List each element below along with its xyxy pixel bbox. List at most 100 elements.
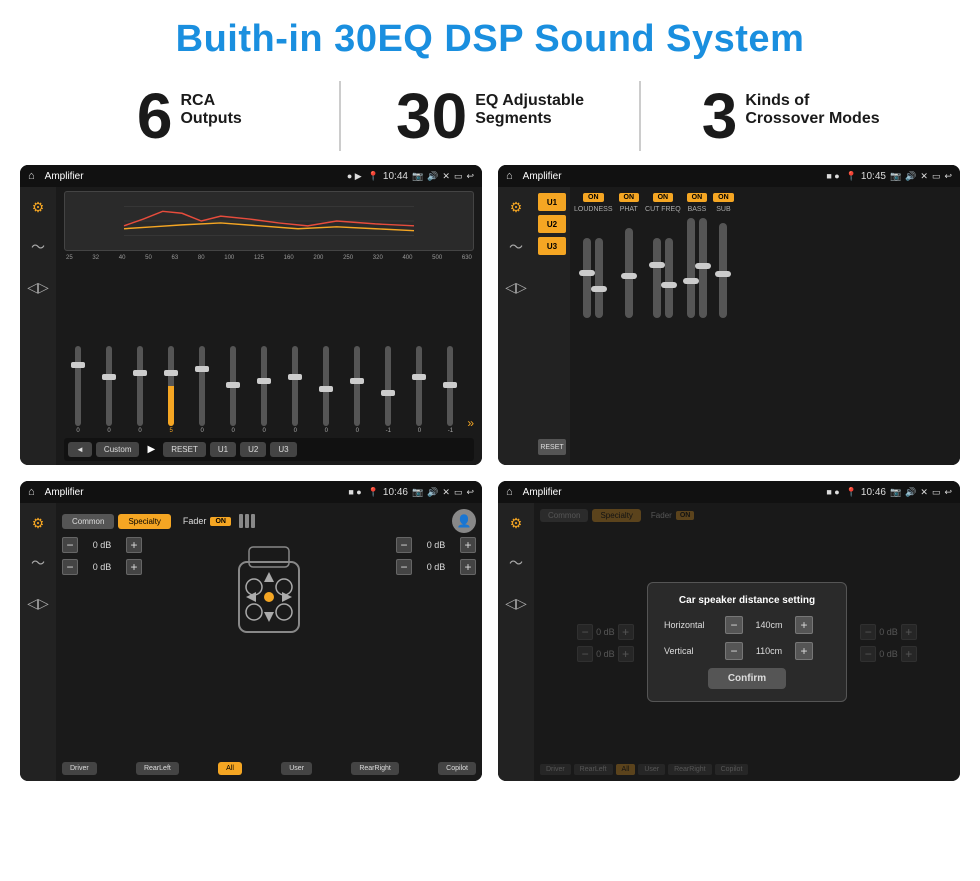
- sub-on[interactable]: ON: [713, 193, 734, 202]
- sidebar-eq-icon-2[interactable]: ⚙: [502, 193, 530, 221]
- minus-icon-3[interactable]: ▭: [454, 487, 463, 498]
- driver-btn[interactable]: Driver: [62, 762, 97, 775]
- eq-slider-0[interactable]: 0: [64, 346, 92, 434]
- minus-icon-2[interactable]: ▭: [932, 171, 941, 182]
- sidebar-eq-icon-4[interactable]: ⚙: [502, 509, 530, 537]
- status-bar-1: ⌂ Amplifier ● ▶ 📍 10:44 📷 🔊 ✕ ▭ ↩: [20, 165, 482, 187]
- eq-slider-4[interactable]: 0: [188, 346, 216, 434]
- mode-common-btn[interactable]: Common: [62, 514, 114, 529]
- db-plus-rr[interactable]: +: [460, 559, 476, 575]
- loudness-on[interactable]: ON: [583, 193, 604, 202]
- eq-preset-custom[interactable]: Custom: [96, 442, 140, 457]
- x-icon-3[interactable]: ✕: [442, 487, 450, 498]
- sub-slider[interactable]: [719, 223, 727, 318]
- vertical-minus-btn[interactable]: −: [725, 642, 743, 660]
- eq-slider-10[interactable]: -1: [374, 346, 402, 434]
- db-minus-rl[interactable]: −: [62, 559, 78, 575]
- eq-u3-btn[interactable]: U3: [270, 442, 296, 457]
- back-icon-4[interactable]: ↩: [944, 487, 952, 498]
- eq-sliders-area: 0 0 0 5 0: [64, 265, 474, 434]
- home-icon-2[interactable]: ⌂: [506, 170, 513, 182]
- rearright-btn[interactable]: RearRight: [351, 762, 399, 775]
- eq-slider-9[interactable]: 0: [343, 346, 371, 434]
- sidebar-speaker-icon[interactable]: ◁▷: [24, 273, 52, 301]
- x-icon-1[interactable]: ✕: [442, 171, 450, 182]
- eq-more-btn[interactable]: »: [467, 416, 474, 434]
- vertical-plus-btn[interactable]: +: [795, 642, 813, 660]
- sidebar-wave-icon-2[interactable]: 〜: [502, 233, 530, 261]
- eq-reset-btn[interactable]: RESET: [163, 442, 206, 457]
- db-minus-fr[interactable]: −: [396, 537, 412, 553]
- db-val-fl: 0 dB: [81, 540, 123, 550]
- minus-icon-4[interactable]: ▭: [932, 487, 941, 498]
- cutfreq-on[interactable]: ON: [653, 193, 674, 202]
- status-bar-4: ⌂ Amplifier ■ ● 📍 10:46 📷 🔊 ✕ ▭ ↩: [498, 481, 960, 503]
- db-plus-rl[interactable]: +: [126, 559, 142, 575]
- avatar-icon-3[interactable]: 👤: [452, 509, 476, 533]
- stat-rca-text: RCA Outputs: [180, 84, 241, 128]
- eq-slider-11[interactable]: 0: [405, 346, 433, 434]
- cutfreq-slider-l[interactable]: [653, 238, 661, 318]
- back-icon-1[interactable]: ↩: [466, 171, 474, 182]
- fader-on-badge[interactable]: ON: [210, 517, 231, 526]
- home-icon-3[interactable]: ⌂: [28, 486, 35, 498]
- bass-slider-l[interactable]: [687, 218, 695, 318]
- preset-u2[interactable]: U2: [538, 215, 566, 233]
- eq-slider-1[interactable]: 0: [95, 346, 123, 434]
- phat-on[interactable]: ON: [619, 193, 640, 202]
- amp-reset-btn[interactable]: RESET: [538, 439, 566, 455]
- sidebar-speaker-icon-3[interactable]: ◁▷: [24, 589, 52, 617]
- preset-u1[interactable]: U1: [538, 193, 566, 211]
- db-minus-fl[interactable]: −: [62, 537, 78, 553]
- eq-u1-btn[interactable]: U1: [210, 442, 236, 457]
- sidebar-wave-icon[interactable]: 〜: [24, 233, 52, 261]
- rearleft-btn[interactable]: RearLeft: [136, 762, 179, 775]
- status-bar-3: ⌂ Amplifier ■ ● 📍 10:46 📷 🔊 ✕ ▭ ↩: [20, 481, 482, 503]
- eq-slider-2[interactable]: 0: [126, 346, 154, 434]
- sidebar-eq-icon[interactable]: ⚙: [24, 193, 52, 221]
- db-control-fl: − 0 dB +: [62, 537, 142, 553]
- freq-125: 125: [254, 255, 264, 261]
- home-icon-1[interactable]: ⌂: [28, 170, 35, 182]
- eq-bottom-bar: ◄ Custom ▶ RESET U1 U2 U3: [64, 438, 474, 461]
- db-plus-fr[interactable]: +: [460, 537, 476, 553]
- bass-on[interactable]: ON: [687, 193, 708, 202]
- loudness-slider-l[interactable]: [583, 238, 591, 318]
- sidebar-speaker-icon-4[interactable]: ◁▷: [502, 589, 530, 617]
- eq-slider-3[interactable]: 5: [157, 346, 185, 434]
- bass-slider-r[interactable]: [699, 218, 707, 318]
- db-minus-rr[interactable]: −: [396, 559, 412, 575]
- sidebar-speaker-icon-2[interactable]: ◁▷: [502, 273, 530, 301]
- x-icon-4[interactable]: ✕: [920, 487, 928, 498]
- back-icon-3[interactable]: ↩: [466, 487, 474, 498]
- mode-specialty-btn[interactable]: Specialty: [118, 514, 170, 529]
- sidebar-wave-icon-4[interactable]: 〜: [502, 549, 530, 577]
- stat-eq: 30 EQ Adjustable Segments: [361, 84, 620, 148]
- copilot-btn[interactable]: Copilot: [438, 762, 476, 775]
- horizontal-plus-btn[interactable]: +: [795, 616, 813, 634]
- all-btn[interactable]: All: [218, 762, 242, 775]
- sidebar-wave-icon-3[interactable]: 〜: [24, 549, 52, 577]
- back-icon-2[interactable]: ↩: [944, 171, 952, 182]
- preset-u3[interactable]: U3: [538, 237, 566, 255]
- amp-main: U1 U2 U3 RESET ON LOUDNESS: [534, 187, 960, 465]
- x-icon-2[interactable]: ✕: [920, 171, 928, 182]
- sidebar-eq-icon-3[interactable]: ⚙: [24, 509, 52, 537]
- eq-play-btn[interactable]: ▶: [147, 444, 155, 455]
- phat-slider[interactable]: [625, 228, 633, 318]
- eq-slider-7[interactable]: 0: [281, 346, 309, 434]
- cutfreq-slider-r[interactable]: [665, 238, 673, 318]
- horizontal-minus-btn[interactable]: −: [725, 616, 743, 634]
- eq-slider-8[interactable]: 0: [312, 346, 340, 434]
- eq-slider-12[interactable]: -1: [436, 346, 464, 434]
- user-btn[interactable]: User: [281, 762, 312, 775]
- home-icon-4[interactable]: ⌂: [506, 486, 513, 498]
- eq-u2-btn[interactable]: U2: [240, 442, 266, 457]
- db-plus-fl[interactable]: +: [126, 537, 142, 553]
- eq-slider-6[interactable]: 0: [250, 346, 278, 434]
- minus-icon-1[interactable]: ▭: [454, 171, 463, 182]
- eq-prev-btn[interactable]: ◄: [68, 442, 92, 457]
- confirm-button[interactable]: Confirm: [708, 668, 786, 689]
- loudness-slider-r[interactable]: [595, 238, 603, 318]
- eq-slider-5[interactable]: 0: [219, 346, 247, 434]
